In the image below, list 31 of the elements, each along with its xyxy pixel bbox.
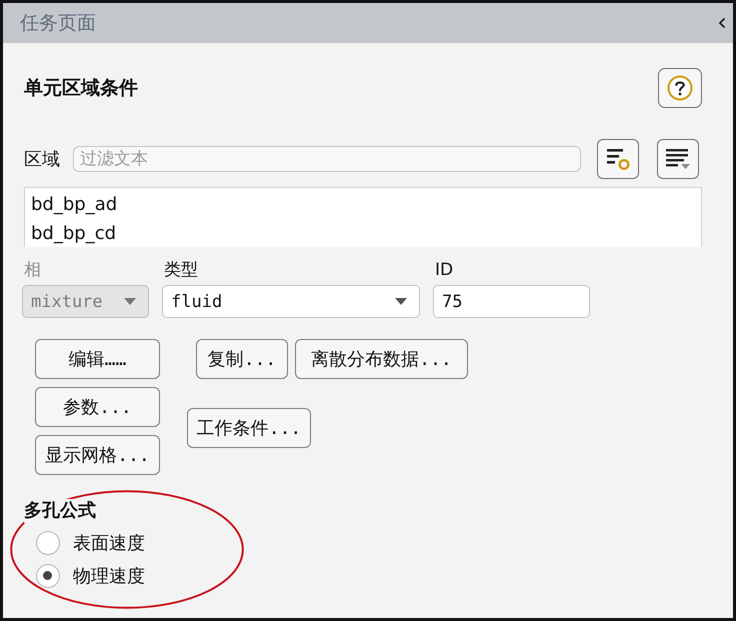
collapse-chevron-icon[interactable] xyxy=(718,17,726,29)
help-icon xyxy=(667,75,693,101)
caret-icon xyxy=(124,298,136,305)
zone-label: 区域 xyxy=(24,148,61,171)
field-label: 相 xyxy=(23,259,42,282)
dropdown[interactable]: fluid xyxy=(162,285,420,318)
list-options-icon xyxy=(665,147,691,171)
filter-icon xyxy=(605,147,631,171)
field-label: 类型 xyxy=(163,259,199,282)
radio-label[interactable]: 物理速度 xyxy=(73,564,145,588)
field-label: ID xyxy=(434,259,454,282)
filter-button[interactable] xyxy=(597,139,639,179)
dialog-button[interactable]: 复制... xyxy=(196,339,288,379)
zone-list-item[interactable]: bd_bp_cd xyxy=(31,219,701,247)
radio-button[interactable] xyxy=(36,564,60,588)
panel-title: 单元区域条件 xyxy=(24,76,138,101)
dialog-button[interactable]: 参数... xyxy=(35,387,160,427)
radio-label[interactable]: 表面速度 xyxy=(73,530,145,554)
list-options-button[interactable] xyxy=(657,139,699,179)
help-button[interactable] xyxy=(658,68,702,108)
zone-list-item[interactable]: bd_bp_ad xyxy=(31,190,701,219)
caret-icon xyxy=(395,298,407,305)
dialog-button[interactable]: 工作条件... xyxy=(187,408,311,448)
dialog-button[interactable]: 编辑…… xyxy=(35,339,160,379)
porous-formulation-label: 多孔公式 xyxy=(24,499,96,523)
dialog-button[interactable]: 离散分布数据... xyxy=(295,339,468,379)
id-field[interactable]: 75 xyxy=(433,285,590,318)
dialog-button[interactable]: 显示网格... xyxy=(35,435,160,475)
task-page-title: 任务页面 xyxy=(20,11,96,36)
radio-button[interactable] xyxy=(36,530,60,554)
filter-text-field[interactable]: 过滤文本 xyxy=(73,146,581,172)
